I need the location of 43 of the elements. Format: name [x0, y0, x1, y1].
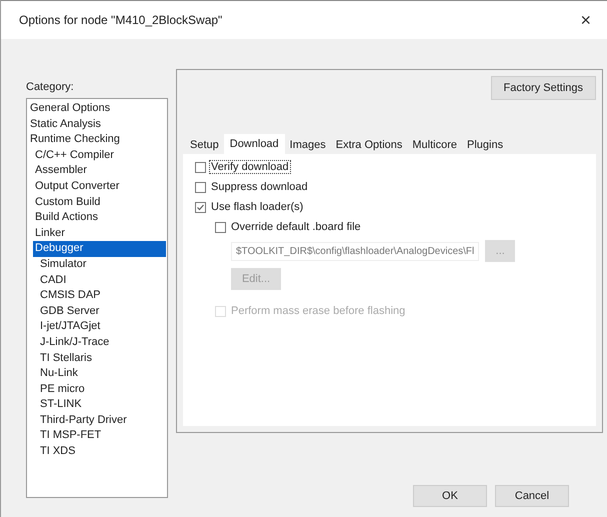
checkbox-label[interactable]: Suppress download: [209, 180, 310, 194]
tab[interactable]: Multicore: [407, 136, 462, 154]
category-item[interactable]: Runtime Checking: [28, 132, 166, 148]
checkbox[interactable]: [195, 162, 206, 172]
category-item[interactable]: Nu-Link: [38, 366, 166, 382]
category-item[interactable]: Debugger: [33, 241, 166, 257]
close-button[interactable]: ×: [580, 10, 591, 30]
category-item[interactable]: PE micro: [38, 382, 166, 398]
category-item[interactable]: J-Link/J-Trace: [38, 334, 166, 350]
category-item[interactable]: Third-Party Driver: [38, 412, 166, 428]
category-item[interactable]: Linker: [33, 226, 166, 242]
category-item[interactable]: TI Stellaris: [38, 350, 166, 366]
category-item[interactable]: TI MSP-FET: [38, 428, 166, 444]
category-item[interactable]: CMSIS DAP: [38, 288, 166, 304]
category-item[interactable]: Assembler: [33, 163, 166, 179]
category-item[interactable]: Simulator: [38, 256, 166, 273]
tab[interactable]: Download: [224, 134, 285, 154]
cancel-button[interactable]: Cancel: [495, 485, 569, 507]
category-item[interactable]: TI XDS: [38, 444, 166, 460]
checkbox-label[interactable]: Use flash loader(s): [209, 200, 306, 214]
category-item[interactable]: CADI: [38, 272, 166, 288]
tab[interactable]: Images: [284, 136, 331, 154]
category-item[interactable]: Build Actions: [33, 210, 166, 226]
category-label: Category:: [26, 81, 75, 93]
category-item[interactable]: General Options: [28, 101, 166, 117]
checkbox[interactable]: [215, 222, 226, 232]
ok-button[interactable]: OK: [413, 485, 487, 507]
category-item[interactable]: Static Analysis: [28, 116, 166, 132]
category-item[interactable]: ST-LINK: [38, 397, 166, 413]
category-item[interactable]: I-jet/JTAGjet: [38, 319, 166, 335]
tab[interactable]: Extra Options: [330, 136, 408, 154]
checkbox[interactable]: [195, 202, 206, 212]
checkbox-label[interactable]: Verify download: [209, 160, 291, 174]
tab[interactable]: Plugins: [462, 136, 508, 154]
window-title: Options for node "M410_2BlockSwap": [19, 13, 222, 27]
checkbox-label[interactable]: Override default .board file: [229, 220, 363, 234]
category-item[interactable]: Output Converter: [33, 178, 166, 195]
category-item[interactable]: C/C++ Compiler: [33, 148, 166, 164]
checkbox[interactable]: [195, 182, 206, 192]
tab[interactable]: Setup: [185, 136, 224, 154]
factory-settings-button[interactable]: Factory Settings: [490, 76, 596, 100]
category-item[interactable]: GDB Server: [38, 304, 166, 320]
category-item[interactable]: Custom Build: [33, 194, 166, 210]
